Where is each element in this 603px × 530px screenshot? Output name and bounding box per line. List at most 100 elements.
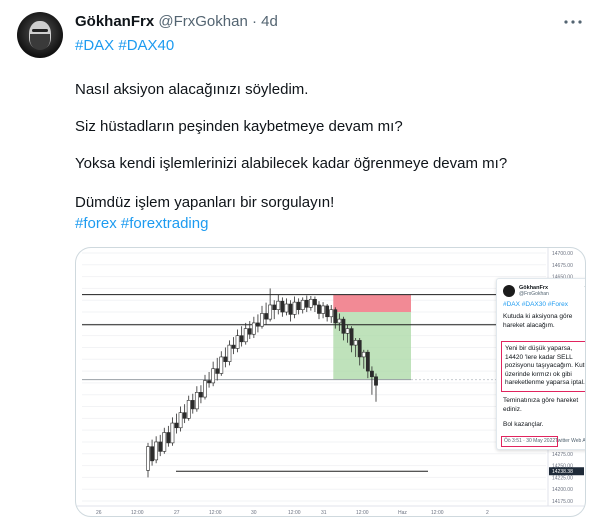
time-tick-label: 2	[486, 510, 489, 516]
candle-body	[264, 313, 268, 320]
timestamp[interactable]: 4d	[261, 13, 278, 30]
candle-body	[211, 368, 216, 384]
time-tick-label: 12:00	[288, 510, 301, 516]
candle-body	[304, 299, 309, 308]
candle-body	[333, 309, 338, 324]
candle-body	[174, 422, 179, 429]
embedded-source: Twitter Web App	[555, 438, 586, 444]
candle-body	[215, 368, 220, 374]
candle-body	[231, 344, 236, 349]
hashtag-dax[interactable]: #DAX	[75, 37, 114, 54]
display-name[interactable]: GökhanFrx	[75, 13, 154, 30]
tweet-line-3: Yoksa kendi işlemlerinizi alabilecek kad…	[75, 155, 508, 172]
time-tick-label: 26	[96, 510, 102, 516]
embedded-more-icon: ···	[584, 284, 586, 290]
more-horizontal-icon[interactable]	[563, 12, 583, 32]
price-tick-label: 14675.00	[552, 263, 573, 269]
candle-body	[308, 298, 313, 308]
user-handle[interactable]: @FrxGokhan	[158, 13, 247, 30]
candle-body	[313, 298, 317, 306]
candle-body	[361, 351, 366, 358]
embedded-handle: @FrxGokhan	[519, 291, 549, 297]
candle-body	[190, 400, 195, 410]
tweet-header: GökhanFrx @FrxGokhan · 4d	[75, 13, 278, 33]
price-level-tag-label: 14238.38	[552, 469, 573, 475]
time-tick-label: 12:00	[131, 510, 144, 516]
candle-body	[247, 328, 252, 335]
candle-body	[284, 303, 289, 313]
candle-body	[154, 441, 159, 461]
candle-body	[365, 351, 370, 372]
candle-body	[182, 412, 187, 419]
candle-body	[260, 313, 264, 327]
candle-body	[194, 392, 199, 410]
candle-body	[357, 340, 362, 358]
embedded-line-4: Bol kazançlar.	[503, 421, 544, 428]
candle-body	[162, 432, 167, 452]
tweet-line-2: Siz hüstadların peşinden kaybetmeye deva…	[75, 118, 403, 135]
embedded-avatar	[503, 285, 515, 297]
candle-body	[292, 301, 297, 315]
candle-body	[158, 441, 163, 452]
candle-body	[223, 356, 228, 362]
time-tick-label: 31	[321, 510, 327, 516]
candle-body	[280, 300, 285, 313]
candle-body	[317, 304, 321, 314]
price-tick-label: 14700.00	[552, 251, 573, 257]
embedded-hashtags: #DAX #DAX30 #Forex	[503, 301, 569, 308]
price-tick-label: 14200.00	[552, 487, 573, 493]
candle-body	[150, 446, 154, 462]
tweet-media-image[interactable]: 14700.0014675.0014650.0014625.0014600.00…	[75, 247, 586, 517]
candle-body	[178, 412, 183, 429]
candle-body	[207, 380, 211, 384]
separator: ·	[251, 13, 257, 30]
candle-body	[325, 305, 330, 318]
time-tick-label: 12:00	[356, 510, 369, 516]
candle-body	[272, 304, 277, 310]
candle-body	[227, 344, 232, 362]
embedded-date: Öö 3:51 · 30 May 2022	[501, 436, 559, 447]
embedded-line-3: Teminatınıza göre hareket ediniz.	[503, 397, 579, 413]
candle-body	[170, 422, 175, 444]
candle-body	[256, 322, 260, 327]
hashtag-row-bottom: #forex #forextrading	[75, 214, 208, 234]
hashtag-row-top: #DAX #DAX40	[75, 36, 174, 56]
time-tick-label: 30	[251, 510, 257, 516]
time-tick-label: 12:00	[431, 510, 444, 516]
candle-body	[345, 328, 350, 334]
candle-body	[186, 400, 191, 419]
candle-body	[276, 300, 281, 310]
avatar-eyes	[32, 29, 48, 32]
candle-body	[321, 305, 325, 314]
candle-body	[329, 309, 334, 318]
candle-body	[370, 370, 374, 378]
time-tick-label: 12:00	[209, 510, 222, 516]
candle-body	[239, 335, 244, 343]
candle-body	[374, 376, 378, 386]
candle-body	[199, 392, 203, 398]
candle-body	[300, 299, 305, 310]
candle-body	[296, 301, 301, 310]
candle-body	[337, 318, 342, 324]
candle-body	[166, 432, 171, 444]
time-tick-label: 27	[174, 510, 180, 516]
price-tick-label: 14275.00	[552, 452, 573, 458]
candle-body	[146, 446, 150, 471]
hashtag-dax40[interactable]: #DAX40	[118, 37, 174, 54]
hashtag-forex[interactable]: #forex	[75, 215, 117, 232]
candle-body	[268, 304, 273, 320]
hashtag-forextrading[interactable]: #forextrading	[121, 215, 209, 232]
candle-body	[251, 322, 256, 335]
candle-body	[243, 328, 248, 343]
embedded-tweet-card: GökhanFrx @FrxGokhan ··· #DAX #DAX30 #Fo…	[496, 278, 586, 450]
tweet-line-1: Nasıl aksiyon alacağınızı söyledim.	[75, 81, 309, 98]
candle-body	[353, 340, 358, 346]
candle-body	[219, 356, 224, 374]
candle-body	[203, 380, 207, 398]
price-tick-label: 14225.00	[552, 475, 573, 481]
candle-body	[349, 328, 354, 346]
avatar-beard	[30, 34, 50, 50]
embedded-line-1: Kutuda ki aksiyona göre hareket alacağım…	[503, 313, 573, 329]
tweet-line-4: Dümdüz işlem yapanları bir sorgulayın!	[75, 194, 335, 211]
avatar[interactable]	[17, 12, 63, 58]
